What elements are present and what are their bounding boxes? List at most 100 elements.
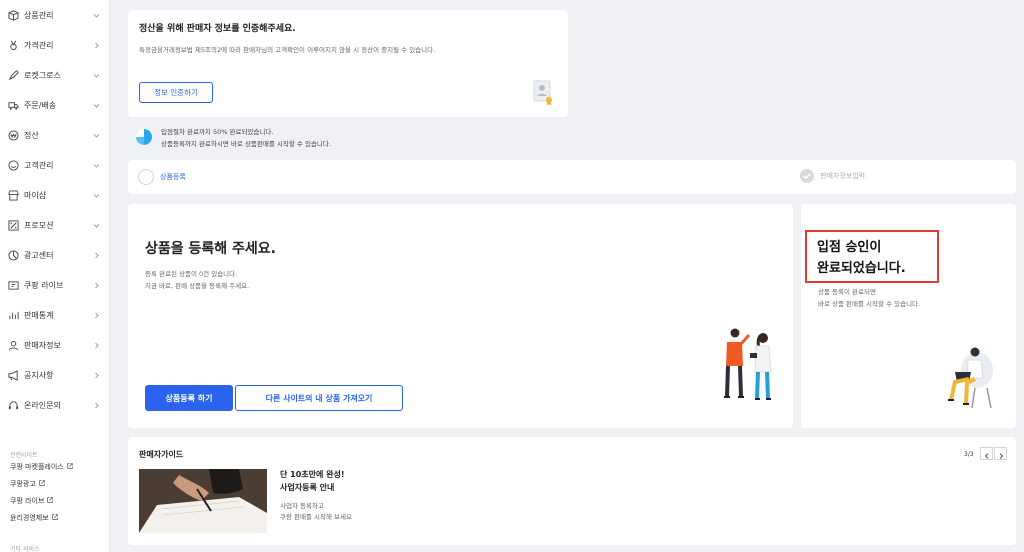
sidebar-item-label: 주문/배송 bbox=[24, 100, 57, 110]
other-services-title: 기타 서비스 bbox=[10, 546, 40, 552]
guide-page-indicator: 3/3 bbox=[964, 451, 974, 458]
sidebar-item-label: 온라인문의 bbox=[24, 400, 61, 410]
guide-desc-1: 사업자 등록하고 bbox=[280, 502, 324, 510]
sidebar-item-label: 상품관리 bbox=[24, 10, 54, 20]
chevron-down-icon bbox=[93, 72, 100, 79]
sidebar-item-label: 쿠팡 라이브 bbox=[24, 280, 64, 290]
approval-desc-line-1: 상품 등록이 완료되면 bbox=[818, 288, 876, 296]
chart-icon bbox=[8, 310, 19, 321]
guide-next-button[interactable] bbox=[994, 447, 1007, 460]
people-illustration bbox=[713, 324, 783, 414]
external-link-icon bbox=[66, 463, 73, 471]
sidebar-item-label: 광고센터 bbox=[24, 250, 54, 260]
guide-prev-button[interactable] bbox=[980, 447, 993, 460]
guide-desc-2: 쿠팡 판매를 시작해 보세요 bbox=[280, 513, 352, 521]
sidebar-item-label: 프로모션 bbox=[24, 220, 54, 230]
rocket-icon bbox=[8, 69, 19, 81]
sidebar-item-label: 정산 bbox=[24, 130, 39, 140]
sidebar-item-label: 판매자정보 bbox=[24, 340, 61, 350]
guide-title: 판매자가이드 bbox=[139, 450, 184, 459]
chevron-down-icon bbox=[93, 192, 100, 199]
sidebar-item-4[interactable]: 주문/배송 bbox=[0, 90, 110, 120]
related-link-live[interactable]: 쿠팡 라이브 bbox=[10, 496, 54, 506]
sidebar-item-12[interactable]: 판매자정보 bbox=[0, 330, 110, 360]
chevron-right-icon bbox=[93, 42, 100, 49]
register-title: 상품을 등록해 주세요. bbox=[145, 241, 276, 257]
approval-complete-card: 입점 승인이 완료되었습니다. 상품 등록이 완료되면 바로 상품 판매를 시작… bbox=[801, 204, 1016, 428]
live-icon bbox=[8, 280, 19, 291]
box-icon bbox=[8, 9, 19, 21]
chevron-down-icon bbox=[93, 12, 100, 19]
verify-seller-card: 정산을 위해 판매자 정보를 인증해주세요. 특정금융거래정보법 제5조의2에 … bbox=[128, 10, 568, 117]
chevron-right-icon bbox=[93, 312, 100, 319]
sidebar-item-5[interactable]: 정산 bbox=[0, 120, 110, 150]
guide-thumbnail-image[interactable] bbox=[139, 469, 267, 533]
step-seller-info[interactable]: 판매자정보입력 bbox=[800, 169, 865, 183]
guide-headline-1[interactable]: 단 10초만에 완성! bbox=[280, 469, 345, 480]
sidebar-item-label: 고객관리 bbox=[24, 160, 54, 170]
sidebar: 상품관리가격관리로켓그로스주문/배송정산고객관리마이샵프로모션광고센터쿠팡 라이… bbox=[0, 0, 110, 552]
sidebar-item-6[interactable]: 고객관리 bbox=[0, 150, 110, 180]
headset-icon bbox=[8, 400, 19, 411]
smile-icon bbox=[8, 159, 19, 171]
verify-title: 정산을 위해 판매자 정보를 인증해주세요. bbox=[139, 24, 296, 34]
sidebar-item-14[interactable]: 온라인문의 bbox=[0, 390, 110, 420]
seller-guide-card: 판매자가이드 3/3 단 10초만에 완성! 사업자등록 안내 사업자 등록하고… bbox=[128, 437, 1016, 545]
external-link-icon bbox=[47, 497, 54, 505]
sidebar-item-3[interactable]: 로켓그로스 bbox=[0, 60, 110, 90]
import-products-button[interactable]: 다른 사이트의 내 상품 가져오기 bbox=[235, 385, 403, 411]
user-icon bbox=[8, 340, 19, 351]
step-circle-icon bbox=[138, 169, 154, 185]
chevron-right-icon bbox=[998, 444, 1004, 463]
chevron-right-icon bbox=[93, 282, 100, 289]
chevron-right-icon bbox=[93, 252, 100, 259]
onboarding-steps: 상품등록 판매자정보입력 bbox=[128, 160, 1016, 194]
sidebar-item-label: 마이샵 bbox=[24, 190, 47, 200]
megaphone-icon bbox=[8, 369, 19, 381]
progress-pie-icon bbox=[135, 128, 153, 146]
shop-icon bbox=[8, 189, 19, 201]
sidebar-item-2[interactable]: 가격관리 bbox=[0, 30, 110, 60]
approval-desc-line-2: 바로 상품 판매를 시작할 수 있습니다. bbox=[818, 300, 921, 308]
percent-icon bbox=[8, 219, 19, 231]
register-count-text: 등록 완료된 상품이 0건 있습니다. bbox=[145, 270, 238, 278]
signing-document-image bbox=[139, 469, 267, 533]
progress-line-1: 입점절차 완료까지 50% 완료되었습니다. bbox=[161, 128, 274, 136]
sidebar-item-7[interactable]: 마이샵 bbox=[0, 180, 110, 210]
sidebar-item-11[interactable]: 판매통계 bbox=[0, 300, 110, 330]
sidebar-item-1[interactable]: 상품관리 bbox=[0, 0, 110, 30]
related-link-ethics[interactable]: 윤리경영제보 bbox=[10, 513, 58, 523]
won-icon bbox=[8, 129, 19, 141]
sidebar-item-13[interactable]: 공지사항 bbox=[0, 360, 110, 390]
verify-description: 특정금융거래정보법 제5조의2에 따라 판매자님의 고객확인이 이루어지지 않을… bbox=[139, 46, 436, 54]
medal-icon bbox=[8, 40, 19, 51]
check-circle-icon bbox=[800, 169, 814, 183]
chevron-left-icon bbox=[984, 444, 990, 463]
sidebar-item-8[interactable]: 프로모션 bbox=[0, 210, 110, 240]
related-link-marketplace[interactable]: 쿠팡 마켓플레이스 bbox=[10, 462, 73, 472]
chevron-down-icon bbox=[93, 222, 100, 229]
truck-icon bbox=[8, 100, 19, 111]
sidebar-item-9[interactable]: 광고센터 bbox=[0, 240, 110, 270]
external-link-icon bbox=[51, 514, 58, 522]
step-product-register[interactable]: 상품등록 bbox=[138, 169, 186, 185]
ad-icon bbox=[8, 249, 19, 261]
chevron-down-icon bbox=[93, 132, 100, 139]
guide-headline-2[interactable]: 사업자등록 안내 bbox=[280, 482, 334, 493]
laptop-user-illustration bbox=[945, 342, 997, 410]
chevron-right-icon bbox=[93, 402, 100, 409]
register-product-button[interactable]: 상품등록 하기 bbox=[145, 385, 233, 411]
external-link-icon bbox=[39, 480, 45, 488]
sidebar-item-label: 판매통계 bbox=[24, 310, 54, 320]
chevron-right-icon bbox=[93, 342, 100, 349]
verify-info-button[interactable]: 정보 인증하기 bbox=[139, 82, 213, 103]
sidebar-item-label: 가격관리 bbox=[24, 40, 54, 50]
related-link-ads[interactable]: 쿠팡광고 bbox=[10, 479, 45, 489]
progress-line-2: 상품등록까지 완료하시면 바로 상품판매를 시작할 수 있습니다. bbox=[161, 140, 331, 148]
register-hint-text: 지금 바로, 판매 상품을 등록해 주세요. bbox=[145, 282, 250, 290]
sidebar-item-10[interactable]: 쿠팡 라이브 bbox=[0, 270, 110, 300]
sidebar-item-label: 공지사항 bbox=[24, 370, 54, 380]
register-product-card: 상품을 등록해 주세요. 등록 완료된 상품이 0건 있습니다. 지금 바로, … bbox=[128, 204, 793, 428]
chevron-down-icon bbox=[93, 162, 100, 169]
approval-title-line-2: 완료되었습니다. bbox=[817, 261, 906, 276]
